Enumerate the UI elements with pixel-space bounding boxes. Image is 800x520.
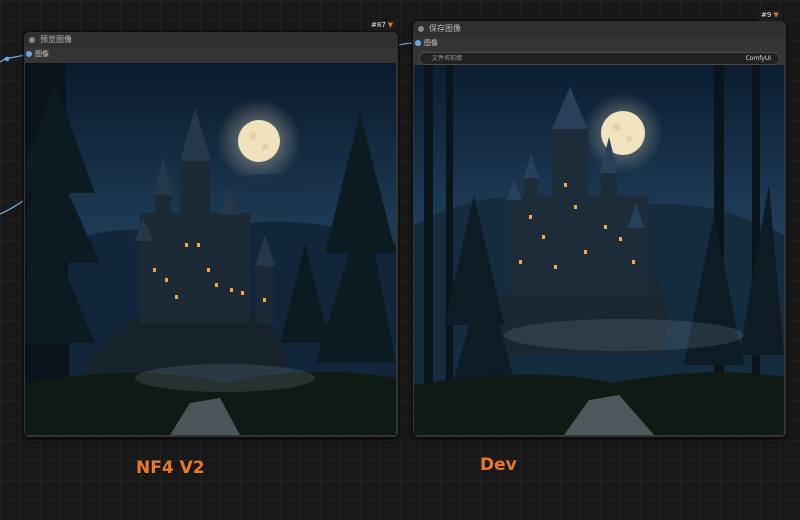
collapse-toggle-icon[interactable] [418,26,424,32]
preview-id-text: #87 [371,21,386,29]
save-image-input[interactable]: 图像 [413,37,786,50]
save-node-title: 保存图像 [429,24,461,33]
preview-node-id-badge: #87 ▼ [368,20,397,31]
save-input-label: 图像 [424,39,438,47]
input-slot-icon[interactable] [26,51,32,57]
filename-prefix-label: 文件名前缀 [432,55,463,62]
caption-right: Dev [480,455,517,475]
preview-image-node[interactable]: 预览图像 图像 [23,31,399,438]
filename-prefix-value: ComfyUI [745,55,771,62]
preview-image-input[interactable]: 图像 [24,48,398,61]
saved-output-image [414,65,784,435]
preview-input-label: 图像 [35,50,49,58]
caption-left: NF4 V2 [136,458,205,478]
save-image-node[interactable]: 保存图像 图像 文件名前缀 ComfyUI [412,20,787,438]
fox-icon: ▼ [387,21,394,29]
link-wire-lower [0,199,26,215]
preview-output-image [25,63,396,435]
castle-image-nf4 [25,63,396,435]
link-endpoint [4,56,10,62]
collapse-toggle-icon[interactable] [29,37,35,43]
preview-node-title: 预览图像 [40,35,72,44]
save-node-id-badge: #9 ▼ [758,10,782,21]
fox-icon: ▼ [773,11,779,19]
preview-node-header[interactable]: 预览图像 [24,32,398,48]
castle-image-dev [414,65,784,435]
input-slot-icon[interactable] [415,40,421,46]
filename-prefix-field[interactable]: 文件名前缀 ComfyUI [419,52,780,65]
save-id-text: #9 [761,11,772,19]
save-node-header[interactable]: 保存图像 [413,21,786,37]
